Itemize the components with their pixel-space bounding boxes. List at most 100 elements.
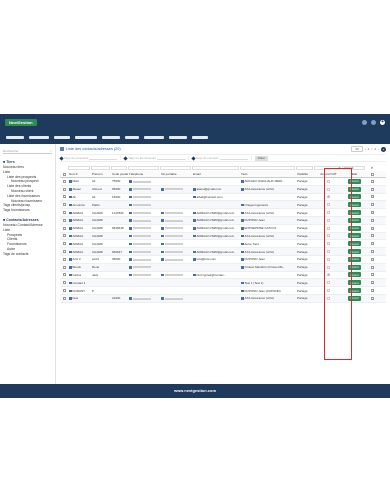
thirdparty-link[interactable]: AXA Assurance (AXA) <box>240 187 296 191</box>
contact-name-link[interactable]: ARMAA <box>68 234 91 238</box>
nav-item-6[interactable] <box>125 135 139 139</box>
mobile[interactable] <box>160 296 192 300</box>
contact-name-link[interactable]: ARMAA <box>68 250 91 254</box>
table-row[interactable]: ARMAA CHARIF ARMAAO.NWR@gmail.com DUPOND… <box>60 216 386 225</box>
status-badge[interactable]: Ouvert <box>348 210 361 216</box>
optin-cell[interactable]: ⊘ <box>314 272 342 277</box>
phone[interactable] <box>128 250 160 254</box>
filter-supplier-tags[interactable]: Tags de fournisseurs <box>123 155 190 161</box>
mobile[interactable] <box>160 257 192 261</box>
phone[interactable] <box>128 187 160 191</box>
status-badge[interactable]: Ouvert <box>348 280 361 286</box>
phone[interactable] <box>128 218 160 222</box>
sidebar-section-title[interactable]: ■ Tiers <box>3 160 52 164</box>
mobile[interactable] <box>160 218 192 222</box>
filter-tiers-input[interactable] <box>240 165 295 170</box>
row-select-checkbox[interactable] <box>371 234 374 238</box>
col-visibility[interactable]: Visibilité <box>296 172 314 176</box>
status-badge[interactable]: Ouvert <box>348 178 361 184</box>
email-link[interactable]: ARMAAO.NWR@gmail.com <box>192 218 240 222</box>
optin-checkbox[interactable] <box>327 234 330 238</box>
status-badge[interactable]: Ouvert <box>348 233 361 239</box>
phone[interactable] <box>128 296 160 300</box>
mobile[interactable] <box>160 226 192 230</box>
optin-checkbox[interactable] <box>327 265 330 269</box>
mobile[interactable] <box>160 242 192 246</box>
row-checkbox[interactable] <box>63 250 66 254</box>
email-link[interactable]: ali\ali@contact.com <box>192 195 240 199</box>
contact-name-link[interactable]: ARMAA <box>68 218 91 222</box>
optin-checkbox[interactable] <box>327 289 330 293</box>
table-row[interactable]: fans 21600 AXA Assurance (AXA) Partagé O… <box>60 294 386 303</box>
status-badge[interactable]: Ouvert <box>348 295 361 301</box>
contact-name-link[interactable]: ARMAA <box>68 211 91 215</box>
row-select-checkbox[interactable] <box>371 289 374 293</box>
optin-cell[interactable] <box>314 281 342 285</box>
thirdparty-link[interactable]: AXA Assurance (AXA) <box>240 250 296 254</box>
row-select-checkbox[interactable] <box>371 179 374 183</box>
table-row[interactable]: ARMAA CHARIF Autre Tiers Partagé Ouvert <box>60 240 386 249</box>
phone[interactable] <box>128 265 160 269</box>
thirdparty-link[interactable]: ENTREPRISE CATCOJ <box>240 226 296 230</box>
optin-checkbox[interactable] <box>327 179 330 183</box>
filter-prenom-input[interactable] <box>91 165 110 170</box>
status-badge[interactable]: Ouvert <box>348 202 361 208</box>
next-page-button[interactable]: › <box>378 147 379 151</box>
sidebar-search-input[interactable]: Rechercher ⌕ <box>3 148 52 154</box>
optin-cell[interactable] <box>314 296 342 300</box>
filter-cp-input[interactable] <box>111 165 127 170</box>
optin-checkbox[interactable] <box>327 250 330 254</box>
optin-cell[interactable]: ⊘ <box>314 194 342 199</box>
status-badge[interactable]: Ouvert <box>348 241 361 247</box>
row-checkbox[interactable] <box>63 179 66 183</box>
status-badge[interactable]: Ouvert <box>348 272 361 278</box>
contact-name-link[interactable]: Contact 1 <box>68 281 91 285</box>
optin-cell[interactable] <box>314 242 342 246</box>
phone[interactable] <box>128 195 160 199</box>
status-badge[interactable]: Ouvert <box>348 217 361 223</box>
row-select-checkbox[interactable] <box>371 250 374 254</box>
email-link[interactable]: toto@toto.com <box>192 257 240 261</box>
thirdparty-link[interactable]: Orrieso Ménkitro (Orreso Mé... <box>240 265 296 269</box>
row-checkbox[interactable] <box>63 187 66 191</box>
table-row[interactable]: Bouck René Orrieso Ménkitro (Orreso Mé..… <box>60 263 386 272</box>
optin-cell[interactable] <box>314 257 342 261</box>
filter-tel-input[interactable] <box>128 165 159 170</box>
row-select-checkbox[interactable] <box>371 195 374 199</box>
contact-name-link[interactable]: Annoncio <box>68 203 91 207</box>
email-link[interactable]: ARMAAO.NWR@gmail.com <box>192 211 240 215</box>
contact-name-link[interactable]: Aziz 2 <box>68 257 91 261</box>
table-row[interactable]: Ali Ali 15000 ali\ali@contact.com Partag… <box>60 194 386 202</box>
col-portable[interactable]: Tel portable <box>160 172 192 176</box>
current-page[interactable]: 1 <box>368 147 370 151</box>
email-link[interactable]: alaoui@gmail.com <box>192 187 240 191</box>
optin-checkbox[interactable] <box>327 281 330 285</box>
contact-name-link[interactable]: Bouck <box>68 265 91 269</box>
phone[interactable] <box>128 226 160 230</box>
contact-name-link[interactable]: Alaoui <box>68 187 91 191</box>
table-row[interactable]: Marc Ali 75000 ARCLEO (DHALIAHC MEDI... … <box>60 178 386 186</box>
table-row[interactable]: Contact 1 Test 1 (Test 1) Partagé Ouvert <box>60 279 386 288</box>
contact-name-link[interactable]: ARMAA <box>68 242 91 246</box>
contact-name-link[interactable]: ARMAA <box>68 226 91 230</box>
sidebar-item[interactable]: Tags de contacts <box>3 252 52 257</box>
optin-cell[interactable] <box>314 211 342 215</box>
row-checkbox[interactable] <box>63 289 66 293</box>
nav-item-1[interactable] <box>6 135 24 139</box>
filter-nom-input[interactable] <box>68 165 90 170</box>
filter-contact-tags[interactable]: Tags de contacts <box>191 155 252 161</box>
col-prenom[interactable]: Prénom <box>91 172 111 176</box>
phone[interactable] <box>128 234 160 238</box>
row-checkbox[interactable] <box>63 218 66 222</box>
contact-name-link[interactable]: Ali <box>68 195 91 199</box>
row-checkbox[interactable] <box>63 211 66 215</box>
status-badge[interactable]: Ouvert <box>348 288 361 294</box>
mobile[interactable] <box>160 234 192 238</box>
row-select-checkbox[interactable] <box>371 226 374 230</box>
row-select-checkbox[interactable] <box>371 218 374 222</box>
contact-name-link[interactable]: Marc <box>68 179 91 183</box>
phone[interactable] <box>128 179 160 183</box>
phone[interactable] <box>128 257 160 261</box>
optin-cell[interactable] <box>314 234 342 238</box>
email-link[interactable]: ARMAAO.NWR@gmail.com <box>192 234 240 238</box>
